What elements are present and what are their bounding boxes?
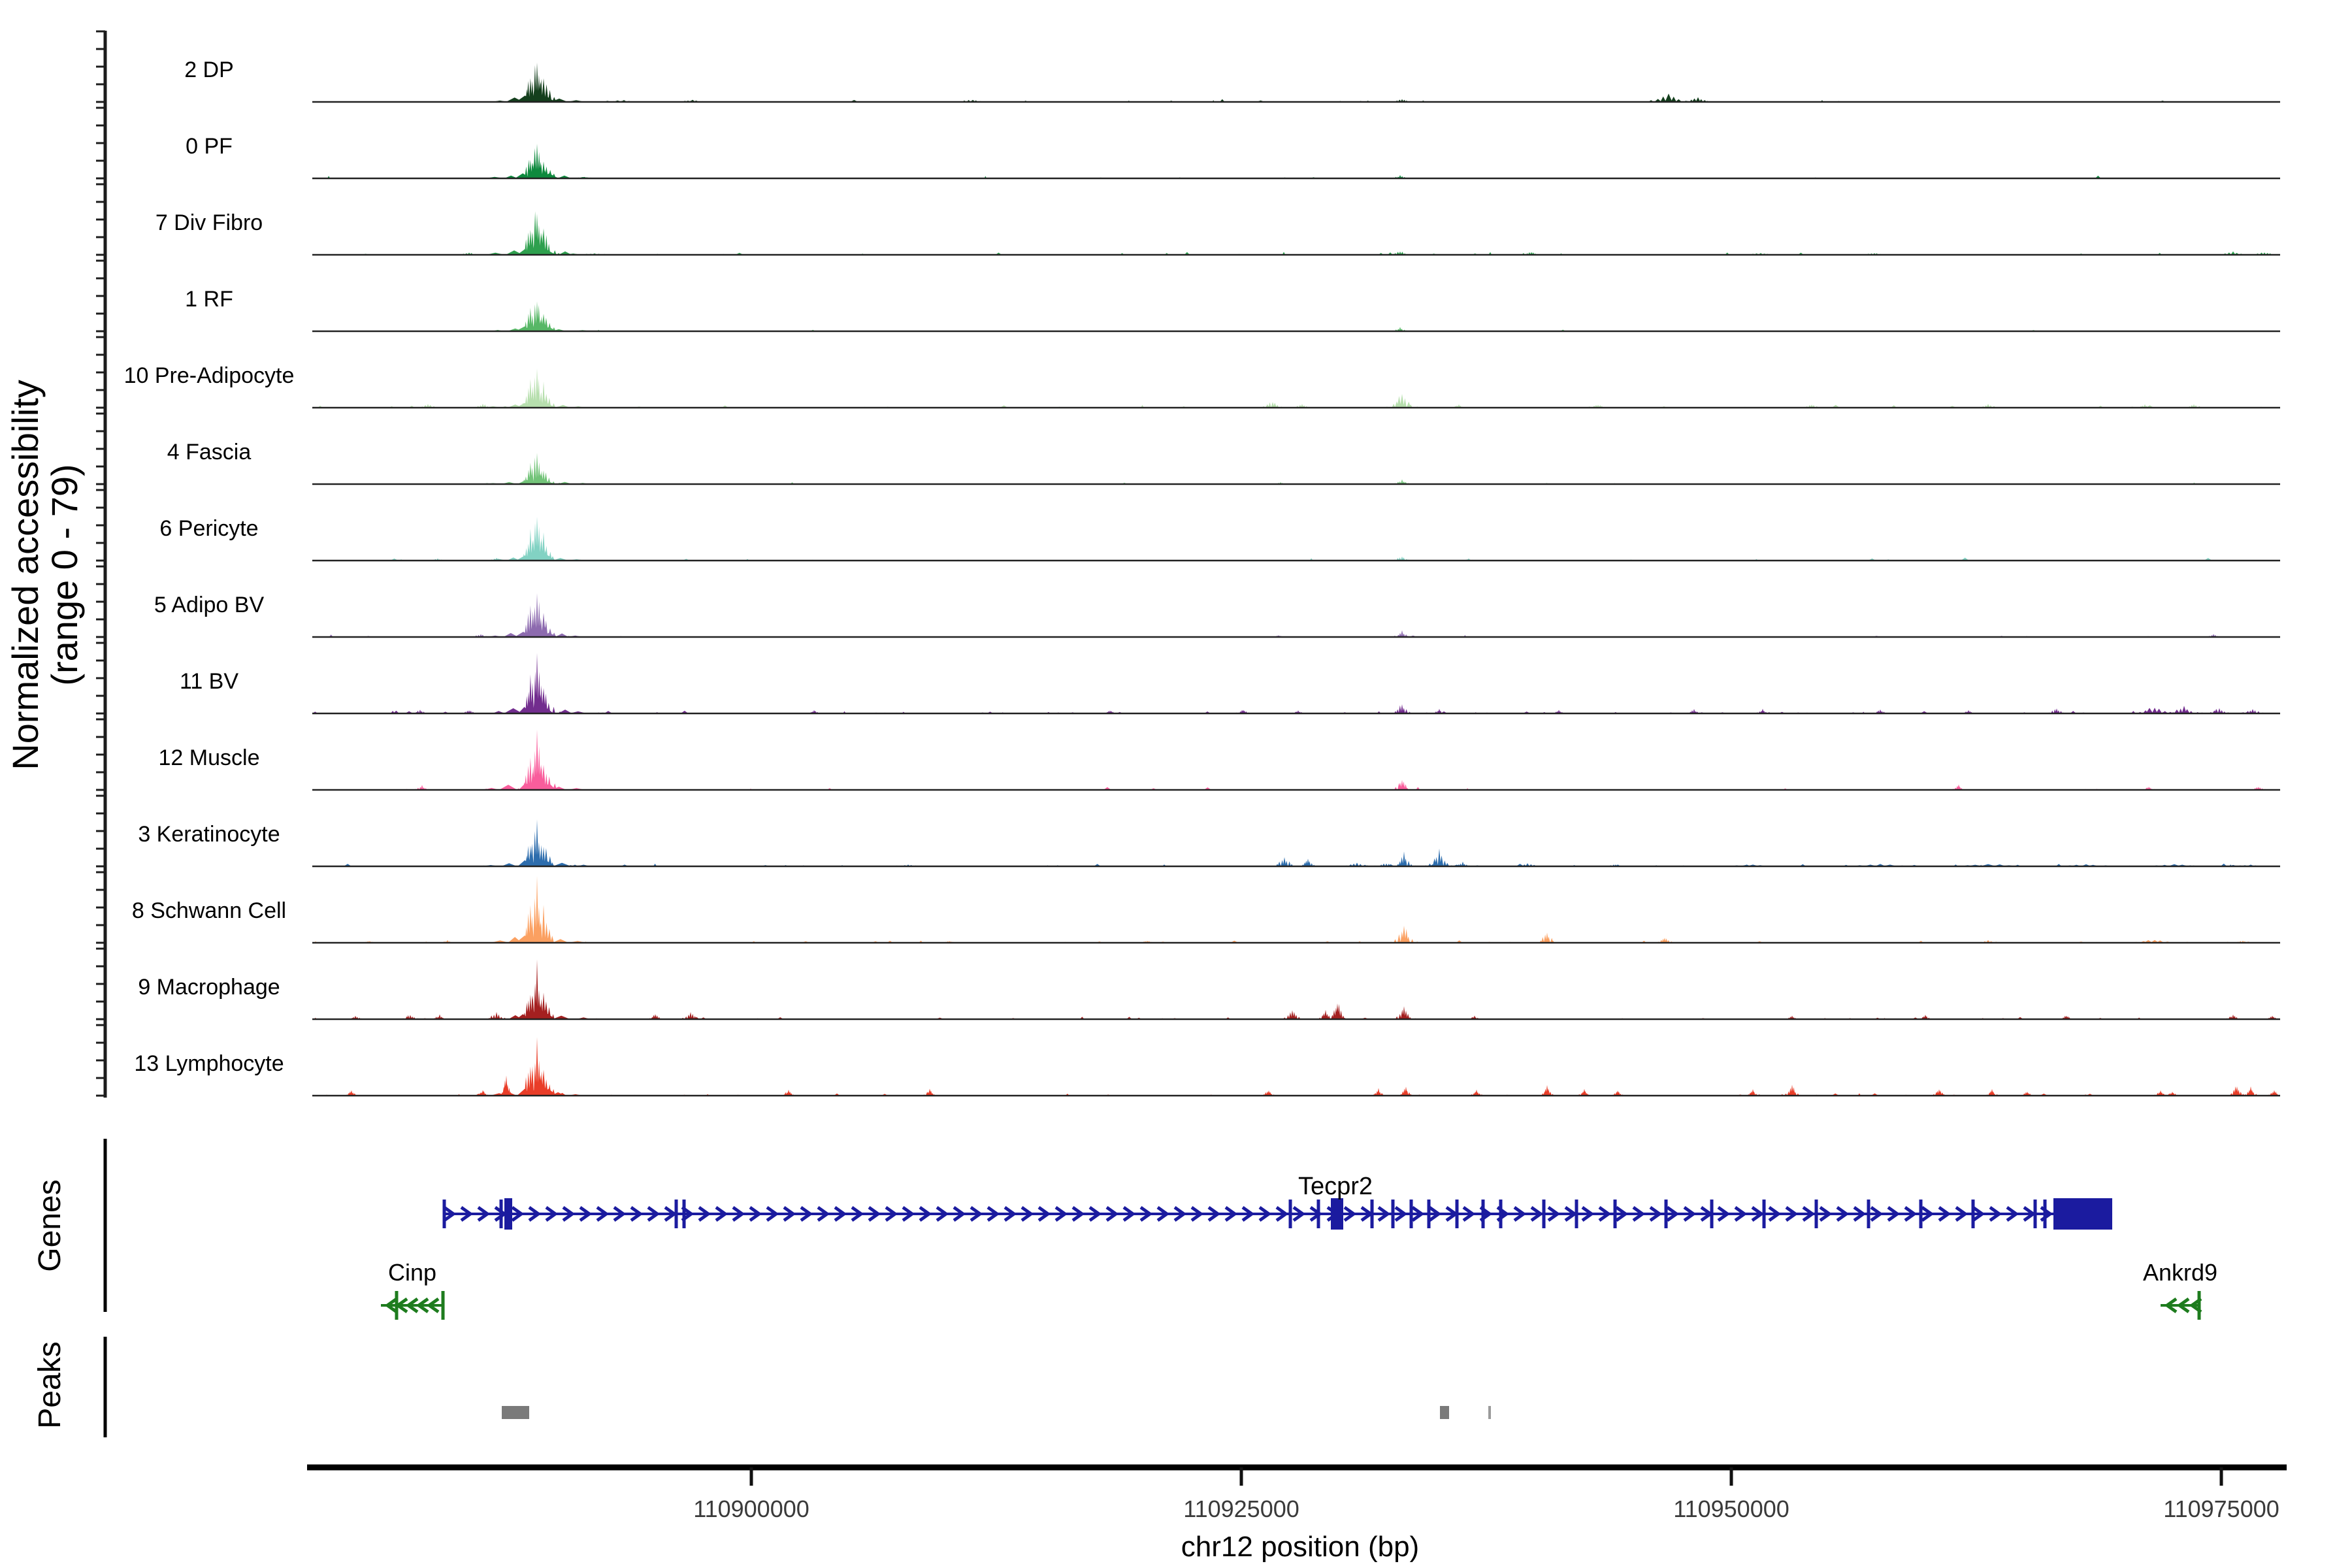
y-axis-title-line2: (range 0 - 79) <box>44 464 85 685</box>
track-signal-13-lymphocyte <box>312 1037 2280 1096</box>
x-axis: 110900000 110925000 110950000 110975000 <box>307 1464 2287 1522</box>
track-11-bv: 11 BV <box>180 653 2280 715</box>
exon-tick <box>1409 1200 1413 1228</box>
genes-layer: Tecpr2 Cinp Ankrd9 <box>381 1173 2217 1320</box>
x-tick-label: 110925000 <box>1183 1495 1299 1522</box>
track-label-7-div-fibro: 7 Div Fibro <box>155 210 263 235</box>
exon-tick <box>1316 1200 1320 1228</box>
gene-tecpr2: Tecpr2 <box>442 1173 2112 1230</box>
exon-tick <box>1710 1200 1714 1228</box>
exon-tick <box>2033 1200 2037 1228</box>
y-axis-title-line1: Normalized accessibility <box>5 380 46 770</box>
accessibility-figure: 2 DP 0 PF 7 Div Fibro 1 RF 10 Pre-Adipocyte 4… <box>0 0 2352 1568</box>
gene-name-ankrd9: Ankrd9 <box>2143 1259 2217 1286</box>
track-10-pre-adipocyte: 10 Pre-Adipocyte <box>124 363 2280 409</box>
exon-tick <box>441 1291 445 1320</box>
peak-region-box <box>1439 1406 1449 1419</box>
exon-block <box>504 1198 512 1230</box>
track-8-schwann-cell: 8 Schwann Cell <box>132 875 2280 944</box>
exon-tick <box>1288 1200 1292 1228</box>
peak-region-box <box>502 1406 530 1419</box>
tracks-layer: 2 DP 0 PF 7 Div Fibro 1 RF 10 Pre-Adipocyte 4… <box>124 57 2280 1097</box>
exon-tick <box>1919 1200 1923 1228</box>
sidebar-peaks-label: Peaks <box>33 1341 67 1428</box>
track-signal-12-muscle <box>312 729 2280 790</box>
track-signal-11-bv <box>312 653 2280 713</box>
track-label-6-pericyte: 6 Pericyte <box>159 516 258 541</box>
track-signal-6-pericyte <box>312 516 2280 561</box>
exon-tick <box>1971 1200 1975 1228</box>
track-13-lymphocyte: 13 Lymphocyte <box>134 1037 2280 1097</box>
exon-tick <box>442 1200 446 1228</box>
track-signal-3-keratinocyte <box>312 819 2280 866</box>
exon-tick <box>499 1200 503 1228</box>
exon-tick <box>1455 1200 1459 1228</box>
x-tick-label: 110900000 <box>693 1495 809 1522</box>
track-6-pericyte: 6 Pericyte <box>159 516 2280 562</box>
sidebar-genes-label: Genes <box>33 1179 67 1271</box>
exon-tick <box>1814 1200 1818 1228</box>
peak-region-box <box>1488 1406 1491 1419</box>
exon-tick <box>395 1291 399 1320</box>
track-signal-4-fascia <box>312 453 2280 484</box>
track-label-10-pre-adipocyte: 10 Pre-Adipocyte <box>124 363 295 388</box>
track-label-4-fascia: 4 Fascia <box>167 440 252 465</box>
track-12-muscle: 12 Muscle <box>159 729 2280 791</box>
gene-cinp: Cinp <box>381 1259 445 1320</box>
exon-tick <box>1481 1200 1485 1228</box>
track-signal-5-adipo-bv <box>312 593 2280 637</box>
exon-tick <box>1867 1200 1870 1228</box>
exon-tick <box>1542 1200 1546 1228</box>
track-label-3-keratinocyte: 3 Keratinocyte <box>138 822 280 847</box>
track-label-1-rf: 1 RF <box>185 287 233 312</box>
exon-tick <box>1664 1200 1668 1228</box>
x-axis-title: chr12 position (bp) <box>1181 1531 1419 1563</box>
track-signal-9-macrophage <box>312 959 2280 1019</box>
exon-tick <box>1427 1200 1431 1228</box>
track-1-rf: 1 RF <box>185 287 2280 333</box>
track-label-2-dp: 2 DP <box>184 57 234 82</box>
track-label-8-schwann-cell: 8 Schwann Cell <box>132 898 286 923</box>
exon-tick <box>1762 1200 1766 1228</box>
exon-tick <box>2197 1291 2201 1320</box>
track-signal-10-pre-adipocyte <box>312 368 2280 408</box>
gene-name-tecpr2: Tecpr2 <box>1298 1173 1373 1200</box>
track-7-div-fibro: 7 Div Fibro <box>155 210 2280 256</box>
track-2-dp: 2 DP <box>184 57 2280 103</box>
track-label-5-adipo-bv: 5 Adipo BV <box>154 593 265 617</box>
exon-tick <box>682 1200 686 1228</box>
track-signal-2-dp <box>312 62 2280 102</box>
exon-tick <box>674 1200 678 1228</box>
track-0-pf: 0 PF <box>186 134 2280 180</box>
accessibility-axis <box>96 30 107 1437</box>
exon-tick <box>1370 1200 1374 1228</box>
track-signal-1-rf <box>312 301 2280 331</box>
gene-ankrd9: Ankrd9 <box>2143 1259 2217 1320</box>
track-5-adipo-bv: 5 Adipo BV <box>154 593 2280 638</box>
gene-name-cinp: Cinp <box>388 1259 436 1286</box>
track-signal-0-pf <box>312 144 2280 178</box>
exon-block <box>2053 1198 2112 1230</box>
track-label-12-muscle: 12 Muscle <box>159 745 260 770</box>
track-3-keratinocyte: 3 Keratinocyte <box>138 819 2280 868</box>
track-label-0-pf: 0 PF <box>186 134 233 159</box>
track-label-9-macrophage: 9 Macrophage <box>138 975 280 1000</box>
exon-block <box>1331 1198 1343 1230</box>
exon-tick <box>1391 1200 1395 1228</box>
exon-tick <box>2043 1200 2047 1228</box>
track-signal-8-schwann-cell <box>312 875 2280 943</box>
peaks-layer <box>502 1406 1491 1419</box>
track-signal-7-div-fibro <box>312 211 2280 255</box>
track-9-macrophage: 9 Macrophage <box>138 959 2280 1021</box>
track-label-11-bv: 11 BV <box>180 669 238 694</box>
track-label-13-lymphocyte: 13 Lymphocyte <box>134 1051 284 1076</box>
x-tick-label: 110950000 <box>1673 1495 1789 1522</box>
exon-tick <box>1613 1200 1617 1228</box>
exon-tick <box>1499 1200 1503 1228</box>
x-tick-label: 110975000 <box>2163 1495 2279 1522</box>
exon-tick <box>1575 1200 1578 1228</box>
track-4-fascia: 4 Fascia <box>167 440 2280 485</box>
